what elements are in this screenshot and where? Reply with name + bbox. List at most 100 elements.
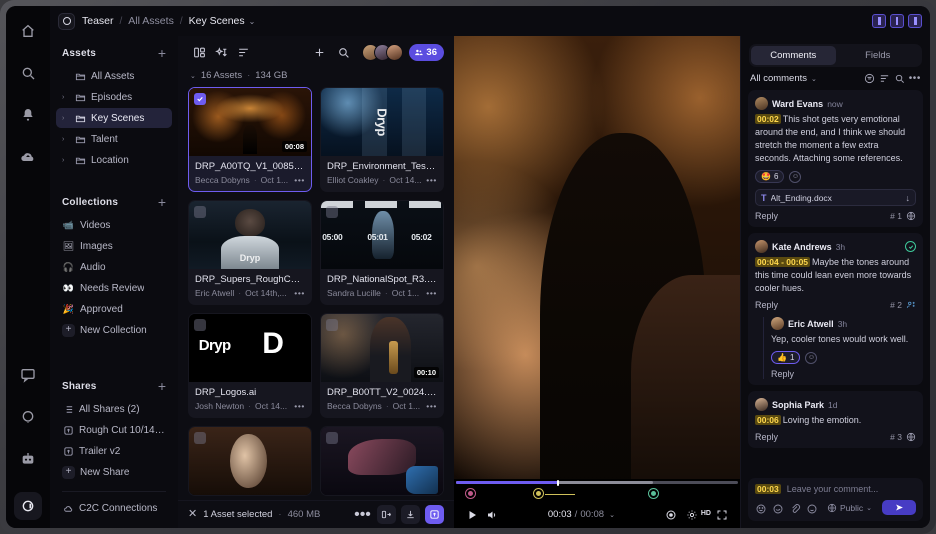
comment-timestamp[interactable]: 00:04 - 00:05	[755, 257, 810, 267]
comment-composer[interactable]: 00:03 Leave your comment... Public ⌄	[748, 478, 923, 521]
asset-card-5[interactable]: 00:10 DRP_B00TT_V2_0024.mov Becca Dobyns…	[320, 313, 444, 418]
comment-thread-1[interactable]: Ward Evans now 00:02This shot gets very …	[748, 90, 923, 227]
sidebar-item-trailer-v2[interactable]: Trailer v2	[56, 441, 172, 461]
ai-sort-icon[interactable]	[210, 41, 232, 63]
playhead[interactable]	[557, 480, 559, 486]
visibility-selector[interactable]: Public ⌄	[827, 503, 872, 513]
resolved-check-icon[interactable]	[905, 241, 916, 252]
comment-thread-3[interactable]: Sophia Park 1d 00:06Loving the emotion. …	[748, 391, 923, 448]
asset-checkbox[interactable]	[194, 206, 206, 218]
breadcrumb-current[interactable]: Key Scenes	[189, 15, 245, 27]
add-collection-button[interactable]: +	[158, 195, 166, 209]
asset-checkbox[interactable]	[194, 93, 206, 105]
add-icon[interactable]	[308, 41, 330, 63]
asset-checkbox[interactable]	[326, 319, 338, 331]
comment-timestamp[interactable]: 00:06	[755, 415, 781, 425]
sort-lines-icon[interactable]	[232, 41, 254, 63]
asset-card-2[interactable]: Dryp DRP_Supers_RoughCut.aep Eric Atwell…	[188, 200, 312, 305]
comment-timestamp[interactable]: 00:02	[755, 114, 781, 124]
settings-icon[interactable]	[682, 505, 702, 525]
comment-marker-2[interactable]	[533, 488, 544, 499]
reply-button[interactable]: Reply	[755, 300, 778, 310]
asset-more-button[interactable]: •••	[294, 401, 305, 411]
asset-card-3[interactable]: 05:00 05:01 05:02 DRP_NationalSpot_R3.pr…	[320, 200, 444, 305]
breadcrumb-all-assets[interactable]: All Assets	[128, 15, 174, 27]
asset-grid-container[interactable]: 00:08 DRP_A00TQ_V1_0085.mov Becca Dobyns…	[178, 87, 454, 500]
asset-more-button[interactable]: •••	[426, 288, 437, 298]
add-reaction-icon[interactable]: ☺	[805, 352, 817, 364]
sidebar-item-talent[interactable]: › Talent	[56, 129, 172, 149]
attach-icon[interactable]	[789, 502, 801, 514]
scrub-track[interactable]	[456, 481, 738, 484]
sidebar-item-needs-review[interactable]: 👀 Needs Review	[56, 278, 172, 298]
chevron-down-icon[interactable]: ⌄	[811, 75, 817, 83]
reaction-pill[interactable]: 👍 1	[771, 351, 800, 364]
tab-comments[interactable]: Comments	[751, 46, 836, 65]
comment-marker-1[interactable]	[465, 488, 476, 499]
asset-card-7-partial[interactable]	[320, 426, 444, 496]
toggle-right-panel[interactable]	[908, 14, 922, 28]
sidebar-item-images[interactable]: 🖼 Images	[56, 236, 172, 256]
add-asset-button[interactable]: +	[158, 46, 166, 60]
send-button[interactable]	[882, 500, 916, 515]
sidebar-item-location[interactable]: › Location	[56, 150, 172, 170]
asset-card-6-partial[interactable]	[188, 426, 312, 496]
more-icon[interactable]: •••	[909, 74, 921, 84]
collaborator-avatars[interactable]	[362, 44, 403, 61]
search-icon[interactable]	[13, 58, 43, 88]
reply-button[interactable]: Reply	[755, 432, 778, 442]
copy-to-icon[interactable]	[425, 505, 444, 524]
sticker-icon[interactable]	[806, 502, 818, 514]
sidebar-item-approved[interactable]: 🎉 Approved	[56, 299, 172, 319]
comment-reply-1[interactable]: Eric Atwell 3h Yep, cooler tones would w…	[763, 317, 916, 379]
emoji-icon[interactable]	[755, 502, 767, 514]
toggle-center-panel[interactable]	[890, 14, 904, 28]
reply-button[interactable]: Reply	[771, 369, 794, 379]
comment-marker-3[interactable]	[648, 488, 659, 499]
asset-card-0[interactable]: 00:08 DRP_A00TQ_V1_0085.mov Becca Dobyns…	[188, 87, 312, 192]
compare-icon[interactable]	[377, 505, 396, 524]
composer-input-row[interactable]: 00:03 Leave your comment...	[755, 484, 916, 494]
sidebar-item-videos[interactable]: 📹 Videos	[56, 215, 172, 235]
comment-thread-2[interactable]: Kate Andrews 3h 00:04 - 00:05Maybe the t…	[748, 233, 923, 385]
asset-more-button[interactable]: •••	[426, 401, 437, 411]
asset-checkbox[interactable]	[326, 206, 338, 218]
breadcrumb-project[interactable]: Teaser	[82, 15, 114, 27]
sidebar-item-new-collection[interactable]: + New Collection	[56, 320, 172, 340]
fullscreen-icon[interactable]	[712, 505, 732, 525]
sidebar-item-all-shares[interactable]: All Shares (2)	[56, 399, 172, 419]
sidebar-item-episodes[interactable]: › Episodes	[56, 87, 172, 107]
asset-checkbox[interactable]	[326, 432, 338, 444]
comment-input[interactable]: Leave your comment...	[787, 484, 879, 494]
video-surface[interactable]	[454, 36, 740, 479]
more-icon[interactable]: •••	[353, 505, 372, 524]
reply-button[interactable]: Reply	[755, 211, 778, 221]
scrub-bar[interactable]	[454, 479, 740, 501]
help-icon[interactable]	[13, 402, 43, 432]
volume-icon[interactable]	[482, 505, 502, 525]
sidebar-item-key-scenes[interactable]: › Key Scenes	[56, 108, 172, 128]
quality-badge[interactable]: HD	[701, 510, 711, 517]
asset-more-button[interactable]: •••	[426, 175, 437, 185]
chevron-right-icon[interactable]: ›	[62, 115, 69, 122]
chevron-down-icon[interactable]: ⌄	[190, 72, 196, 80]
home-icon[interactable]	[13, 16, 43, 46]
reaction-pill[interactable]: 🤩 6	[755, 170, 784, 183]
asset-card-1[interactable]: Dryp DRP_Environment_Test.psd Elliot Coa…	[320, 87, 444, 192]
sidebar-item-new-share[interactable]: + New Share	[56, 462, 172, 482]
composer-timestamp[interactable]: 00:03	[755, 484, 781, 494]
add-reaction-icon[interactable]: ☺	[789, 171, 801, 183]
bell-icon[interactable]	[13, 100, 43, 130]
grid-view-icon[interactable]	[188, 41, 210, 63]
asset-card-4[interactable]: Dryp D DRP_Logos.ai Josh Newton ·	[188, 313, 312, 418]
chat-icon[interactable]	[13, 360, 43, 390]
timecode-display[interactable]: 00:03 / 00:08 ⌄	[548, 509, 615, 520]
sidebar-item-all-assets[interactable]: All Assets	[56, 66, 172, 86]
draw-icon[interactable]	[772, 502, 784, 514]
robot-icon[interactable]	[13, 444, 43, 474]
sidebar-item-c2c-connections[interactable]: C2C Connections	[56, 498, 172, 518]
tab-fields[interactable]: Fields	[836, 46, 921, 65]
asset-more-button[interactable]: •••	[294, 288, 305, 298]
add-share-button[interactable]: +	[158, 379, 166, 393]
asset-checkbox[interactable]	[194, 319, 206, 331]
